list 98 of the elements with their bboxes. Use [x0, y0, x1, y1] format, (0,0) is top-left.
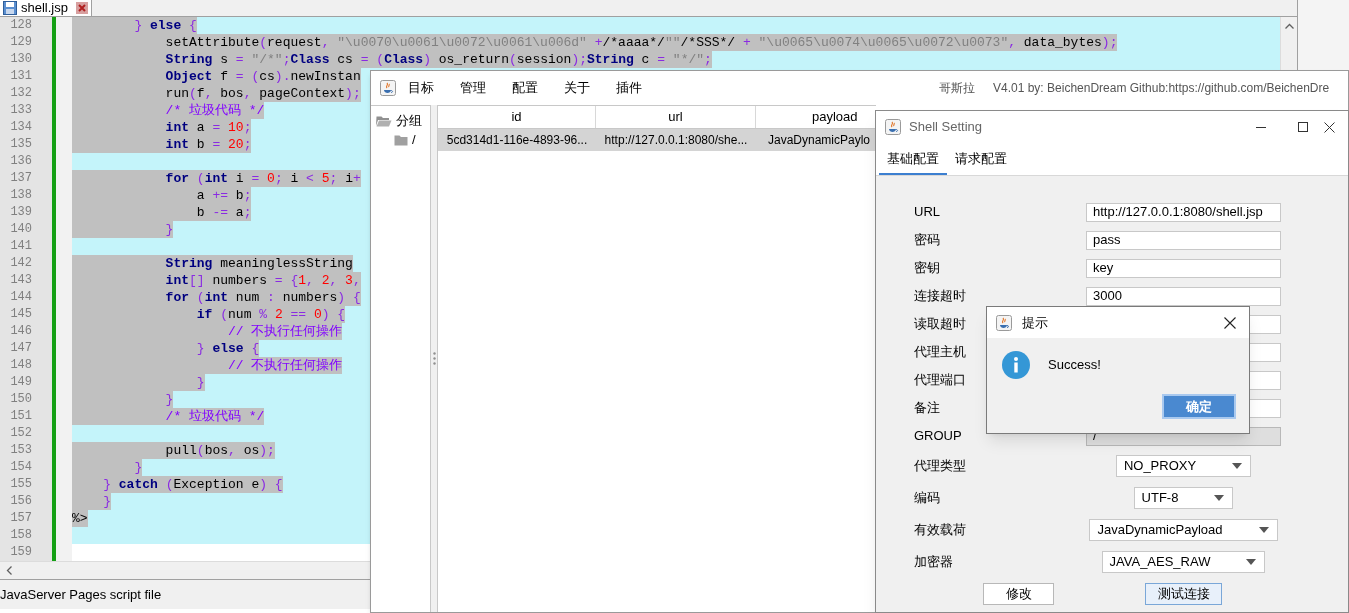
window-title: Shell Setting [909, 118, 982, 137]
table-cell-text: http://127.0.0.1:8080/she... [604, 132, 748, 149]
save-icon [3, 0, 17, 15]
line-number: 140 [9, 221, 33, 238]
dropdown[interactable]: UTF-8 [1133, 487, 1234, 509]
line-number: 158 [9, 527, 33, 544]
line-number: 146 [9, 323, 33, 340]
action-button[interactable]: 修改 [983, 583, 1054, 605]
line-number: 129 [9, 34, 33, 51]
line-number: 152 [9, 425, 33, 442]
line-number: 128 [9, 17, 33, 34]
close-button[interactable] [1223, 315, 1237, 330]
field-label: 代理主机 [914, 343, 966, 362]
info-icon [1002, 351, 1030, 379]
input-field[interactable]: pass [1086, 230, 1281, 250]
input-field[interactable]: http://127.0.0.1:8080/shell.jsp [1086, 202, 1281, 222]
field-label: GROUP [914, 427, 962, 446]
dialog-title: 提示 [1022, 313, 1048, 332]
line-number: 138 [9, 187, 33, 204]
column-header[interactable]: id [438, 106, 596, 128]
table-row[interactable]: 5cd314d1-116e-4893-96... http://127.0.0.1:8080/she... JavaDynamicPaylo [438, 129, 876, 151]
line-number: 155 [9, 476, 33, 493]
line-number: 145 [9, 306, 33, 323]
table-cell-text: 5cd314d1-116e-4893-96... [446, 132, 588, 149]
version-text: V4.01 by: BeichenDream Github:https://github.com/BeichenDre [993, 80, 1330, 97]
line-number: 153 [9, 442, 33, 459]
java-icon [885, 119, 901, 135]
column-header[interactable]: payload [756, 106, 876, 128]
dropdown-arrow-icon [1232, 463, 1243, 469]
line-number: 143 [9, 272, 33, 289]
line-number: 141 [9, 238, 33, 255]
scroll-left-icon [6, 566, 12, 575]
scroll-up-icon [1284, 23, 1294, 29]
menu-item[interactable]: 目标 [406, 78, 436, 98]
line-number: 139 [9, 204, 33, 221]
field-label: 备注 [914, 399, 940, 418]
dropdown-arrow-icon [1246, 559, 1257, 565]
close-icon [1224, 316, 1236, 329]
column-header[interactable]: url [596, 106, 756, 128]
menu-item[interactable]: 管理 [458, 78, 488, 98]
input-field[interactable]: key [1086, 258, 1281, 278]
field-label: 加密器 [914, 553, 953, 572]
grip-icon [432, 352, 436, 365]
dropdown-arrow-icon [1258, 527, 1269, 533]
field-label: 代理类型 [914, 457, 966, 476]
action-button[interactable]: 测试连接 [1145, 583, 1222, 605]
close-icon[interactable] [75, 1, 88, 14]
field-label: 密码 [914, 231, 940, 250]
app-name: 哥斯拉 [939, 80, 975, 97]
field-label: 有效载荷 [914, 521, 966, 540]
line-number: 142 [9, 255, 33, 272]
dialog-message: Success! [1048, 356, 1101, 375]
line-number: 148 [9, 357, 33, 374]
java-icon [380, 80, 396, 96]
line-number: 135 [9, 136, 33, 153]
line-number: 149 [9, 374, 33, 391]
line-number: 147 [9, 340, 33, 357]
dropdown[interactable]: JAVA_AES_RAW [1101, 551, 1266, 573]
field-label: URL [914, 203, 940, 222]
dropdown[interactable]: NO_PROXY [1115, 455, 1252, 477]
menu-item[interactable]: 配置 [510, 78, 540, 98]
field-label: 代理端口 [914, 371, 966, 390]
status-text: JavaServer Pages script file [0, 585, 162, 604]
field-label: 连接超时 [914, 287, 966, 306]
folder-icon [394, 133, 408, 146]
ok-button[interactable]: 确定 [1162, 394, 1236, 419]
line-number: 132 [9, 85, 33, 102]
line-number: 159 [9, 544, 33, 561]
folder-open-icon [376, 114, 392, 127]
line-number: 157 [9, 510, 33, 527]
file-tab[interactable]: shell.jsp [0, 0, 92, 16]
line-number: 133 [9, 102, 33, 119]
tab[interactable]: 基础配置 [879, 145, 947, 175]
line-number: 131 [9, 68, 33, 85]
field-label: 编码 [914, 489, 940, 508]
line-number: 156 [9, 493, 33, 510]
menu-item[interactable]: 插件 [614, 78, 644, 98]
line-number: 154 [9, 459, 33, 476]
line-number: 137 [9, 170, 33, 187]
line-number: 130 [9, 51, 33, 68]
field-label: 密钥 [914, 259, 940, 278]
menu-item[interactable]: 关于 [562, 78, 592, 98]
close-icon [1324, 121, 1335, 133]
table-cell-text: JavaDynamicPaylo [768, 132, 871, 149]
tree-item[interactable]: 分组 [396, 110, 422, 131]
line-number: 150 [9, 391, 33, 408]
maximize-icon [1298, 122, 1308, 132]
dropdown[interactable]: JavaDynamicPayload [1089, 519, 1278, 541]
line-number: 134 [9, 119, 33, 136]
input-field[interactable]: 3000 [1086, 286, 1281, 306]
line-number: 136 [9, 153, 33, 170]
line-number: 144 [9, 289, 33, 306]
tab[interactable]: 请求配置 [947, 145, 1015, 175]
field-label: 读取超时 [914, 315, 966, 334]
dropdown-arrow-icon [1214, 495, 1225, 501]
java-icon [996, 314, 1012, 331]
vertical-scrollbar[interactable] [1280, 17, 1297, 70]
line-number: 151 [9, 408, 33, 425]
